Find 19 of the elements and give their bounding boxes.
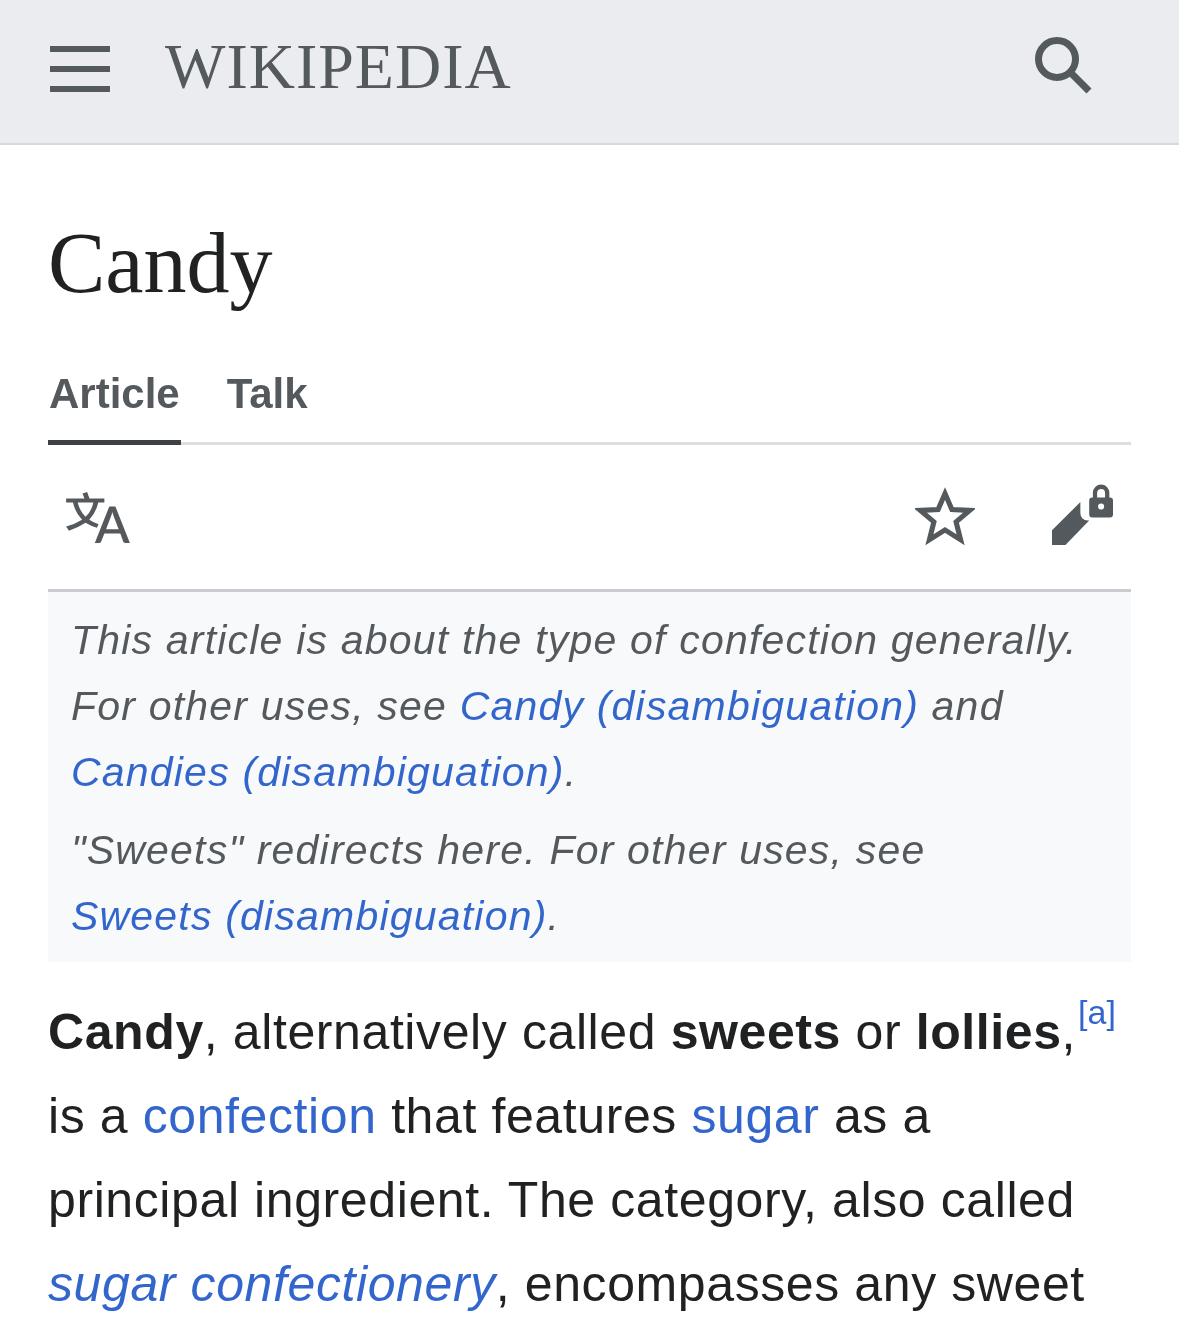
site-wordmark[interactable]: WIKIPEDIA (165, 34, 512, 99)
star-icon[interactable] (915, 487, 975, 548)
lead-paragraph: Candy, alternatively called sweets or lollies,$^{[a]}$ is a confection that features sugar as a principal ingredient. The category, also called sugar confectionery, encompasses any sweet (48, 991, 1117, 1315)
language-icon[interactable] (66, 491, 130, 543)
hatnote-link[interactable]: Candies (disambiguation) (71, 749, 565, 796)
pencil-lock-icon[interactable] (1052, 483, 1113, 545)
page-title: Candy (48, 214, 274, 313)
hatnote-link[interactable]: Candy (disambiguation) (459, 683, 920, 730)
menu-icon[interactable] (50, 45, 110, 92)
reference-link[interactable]: [a] (1078, 992, 1116, 1031)
article-link[interactable]: sugar confectionery (48, 1256, 496, 1313)
article-link[interactable]: confection (142, 1088, 377, 1145)
page-tab[interactable]: Article (48, 369, 181, 446)
article-link[interactable]: sugar (691, 1088, 820, 1145)
hatnote-text: This article is about the type of confection generally. For other uses, see Candy (disambiguation) and Candies (disambiguation). (71, 616, 1079, 798)
hatnote-text: "Sweets" redirects here. For other uses, see Sweets (disambiguation). (71, 826, 927, 942)
search-icon[interactable] (1035, 37, 1092, 94)
page-tab[interactable]: Talk (225, 369, 309, 446)
hatnote-link[interactable]: Sweets (disambiguation) (71, 893, 548, 940)
